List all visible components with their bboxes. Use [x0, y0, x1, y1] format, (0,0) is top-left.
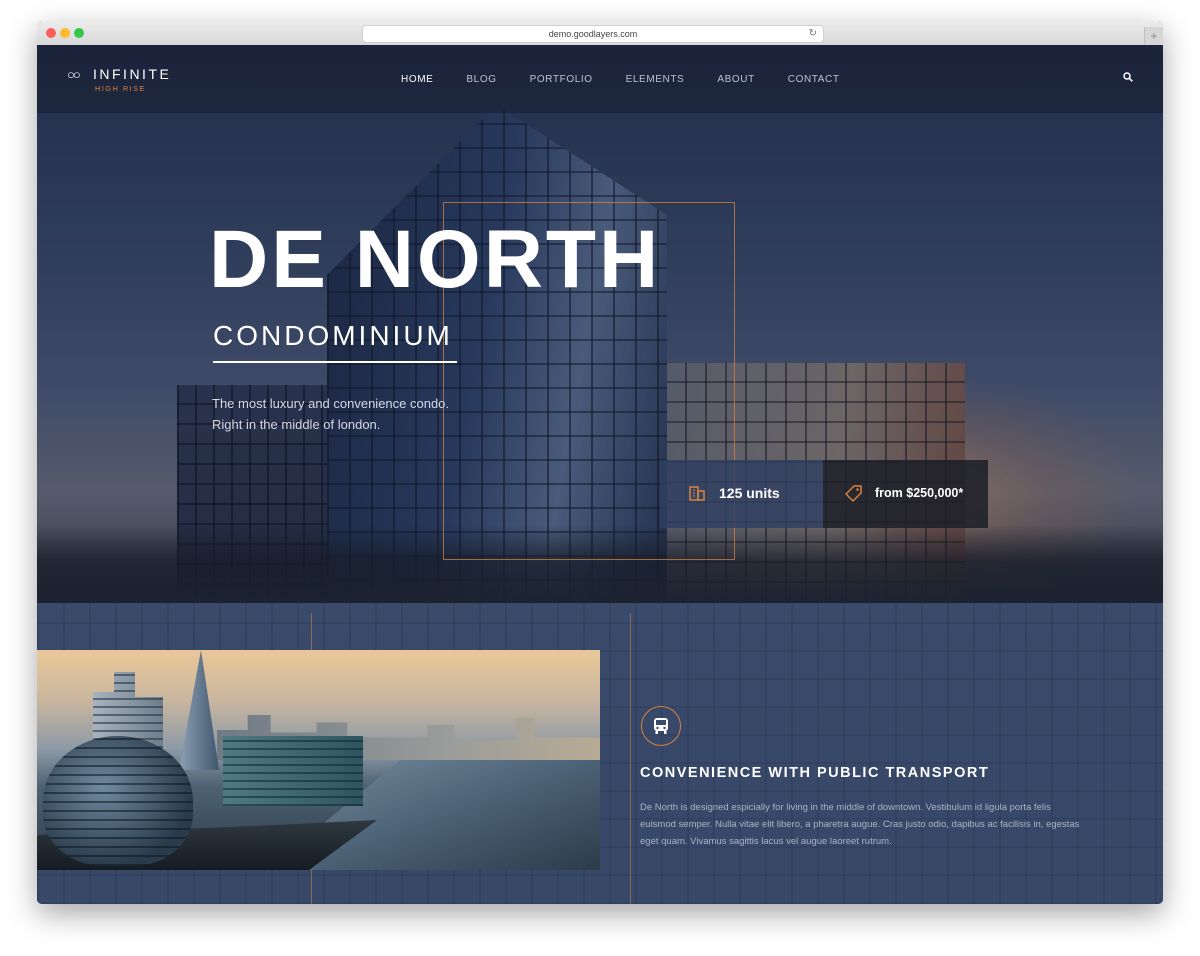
- logo-tagline: HIGH RISE: [95, 84, 146, 93]
- nav-item-home[interactable]: HOME: [401, 74, 433, 85]
- nav-item-about[interactable]: ABOUT: [717, 74, 754, 85]
- hero-title: DE NORTH: [209, 214, 662, 305]
- transport-icon-badge: [641, 706, 681, 746]
- feature-title: CONVENIENCE WITH PUBLIC TRANSPORT: [640, 765, 990, 781]
- feature-description-line: eget quam. Vivamus sagittis lacus vel au…: [640, 836, 892, 847]
- minimize-window-button[interactable]: [60, 28, 70, 38]
- feature-description: De North is designed espicially for livi…: [640, 799, 1120, 850]
- photo-shard-tower: [179, 650, 219, 770]
- nav-item-blog[interactable]: BLOG: [466, 74, 496, 85]
- nav-item-elements[interactable]: ELEMENTS: [626, 74, 685, 85]
- units-stat-label: 125 units: [719, 485, 780, 501]
- browser-window: demo.goodlayers.com ↻ + DE NORTH CONDOMI…: [37, 21, 1163, 904]
- hero-tagline-line: Right in the middle of london.: [212, 417, 381, 432]
- site-header: ○○ INFINITE HIGH RISE HOME BLOG PORTFOLI…: [37, 45, 1163, 113]
- feature-description-line: De North is designed espicially for livi…: [640, 802, 1051, 813]
- search-icon[interactable]: [1123, 72, 1133, 82]
- price-tag-icon: [845, 485, 862, 502]
- london-city-photo: [37, 650, 600, 870]
- main-menu: HOME BLOG PORTFOLIO ELEMENTS ABOUT CONTA…: [401, 74, 873, 85]
- address-bar-url: demo.goodlayers.com: [548, 29, 638, 39]
- hero-subtitle-underline: [213, 361, 457, 363]
- logo-name: INFINITE: [93, 66, 172, 82]
- building-icon: [689, 486, 705, 501]
- nav-item-contact[interactable]: CONTACT: [788, 74, 840, 85]
- price-stat-box: from $250,000*: [823, 460, 988, 528]
- hero-subtitle: CONDOMINIUM: [213, 320, 453, 351]
- infinity-logo-icon: ○○: [67, 67, 81, 82]
- hero-tagline: The most luxury and convenience condo. R…: [212, 393, 512, 435]
- photo-dome-building: [43, 736, 193, 866]
- bus-icon: [654, 718, 668, 734]
- new-tab-button[interactable]: +: [1144, 27, 1163, 45]
- close-window-button[interactable]: [46, 28, 56, 38]
- feature-section: CONVENIENCE WITH PUBLIC TRANSPORT De Nor…: [37, 603, 1163, 904]
- price-stat-label: from $250,000*: [875, 486, 964, 500]
- zoom-window-button[interactable]: [74, 28, 84, 38]
- nav-item-portfolio[interactable]: PORTFOLIO: [530, 74, 593, 85]
- feature-description-line: euismod semper. Nulla vitae elit libero,…: [640, 819, 1080, 830]
- hero-section: DE NORTH CONDOMINIUM The most luxury and…: [37, 45, 1163, 603]
- hero-tagline-line: The most luxury and convenience condo.: [212, 396, 450, 411]
- units-stat-box: 125 units: [660, 460, 823, 528]
- photo-glass-building: [223, 736, 363, 806]
- reload-icon[interactable]: ↻: [809, 26, 817, 42]
- browser-toolbar: demo.goodlayers.com ↻ +: [37, 21, 1163, 46]
- address-bar[interactable]: demo.goodlayers.com ↻: [362, 25, 824, 43]
